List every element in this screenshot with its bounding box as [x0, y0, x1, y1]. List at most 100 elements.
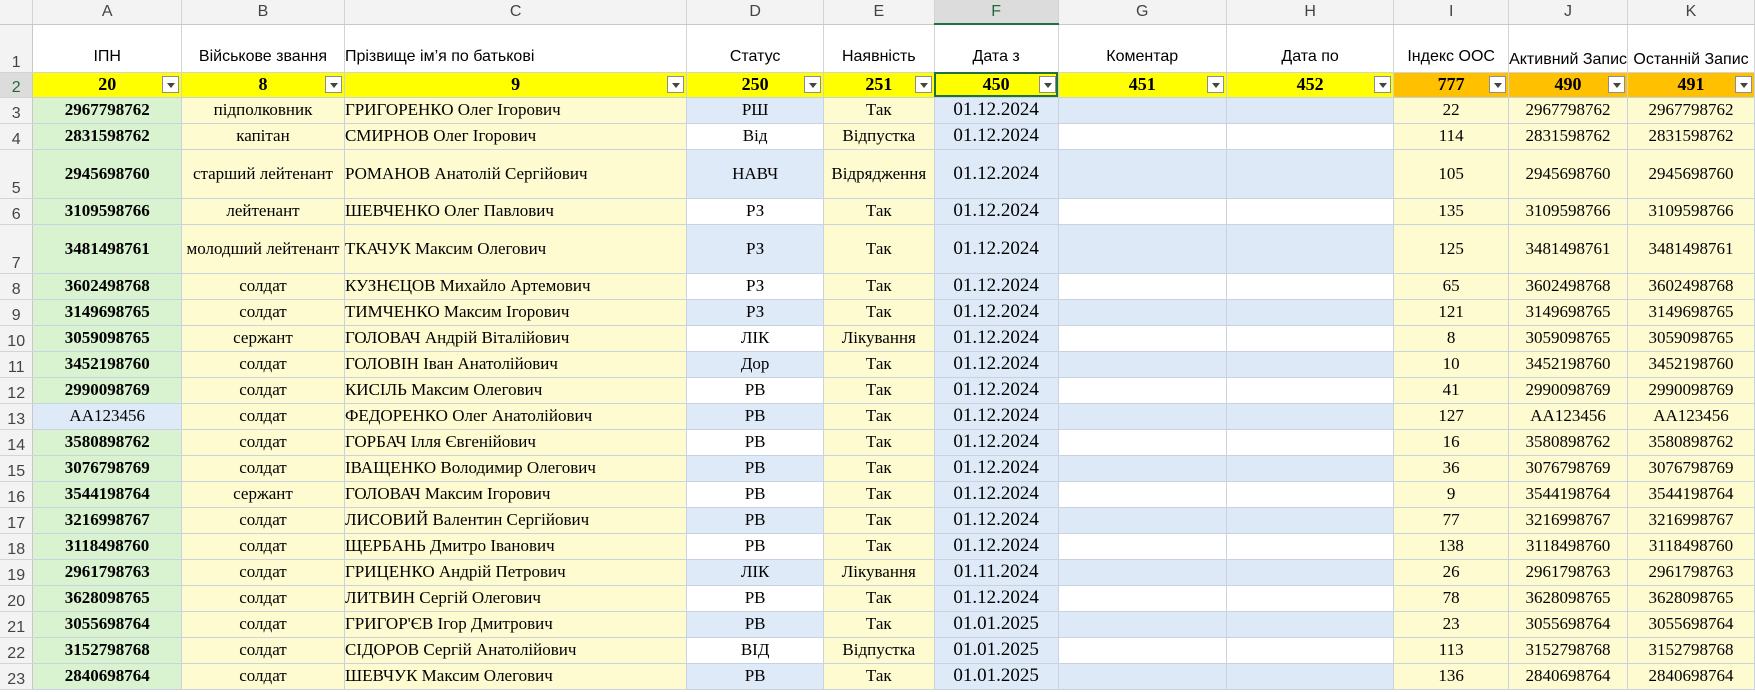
- row-header[interactable]: 11: [0, 351, 34, 378]
- cell-ipn[interactable]: 3544198764: [32, 481, 183, 508]
- cell-date-to[interactable]: [1226, 663, 1395, 690]
- cell-active-record[interactable]: 2945698760: [1508, 149, 1629, 199]
- cell-availability[interactable]: Так: [823, 299, 935, 326]
- cell-index[interactable]: 135: [1393, 198, 1510, 225]
- cell-date-from[interactable]: 01.12.2024: [934, 325, 1059, 352]
- cell-rank[interactable]: капітан: [181, 123, 345, 150]
- cell-ipn[interactable]: 2967798762: [32, 97, 183, 124]
- cell-ipn[interactable]: 3452198760: [32, 351, 183, 378]
- cell-date-from[interactable]: 01.12.2024: [934, 149, 1059, 199]
- cell-date-from[interactable]: 01.01.2025: [934, 611, 1059, 638]
- code-cell[interactable]: 250: [686, 72, 824, 98]
- row-header[interactable]: 15: [0, 455, 34, 482]
- row-header[interactable]: 18: [0, 533, 34, 560]
- cell-active-record[interactable]: 3076798769: [1508, 455, 1629, 482]
- cell-rank[interactable]: сержант: [181, 481, 345, 508]
- cell-comment[interactable]: [1058, 123, 1227, 150]
- cell-rank[interactable]: солдат: [181, 507, 345, 534]
- cell-comment[interactable]: [1058, 97, 1227, 124]
- header-cell-name[interactable]: Прізвище ім’я по батькові: [344, 24, 688, 73]
- cell-ipn[interactable]: 3602498768: [32, 273, 183, 300]
- header-cell-last-record[interactable]: Останній Запис: [1627, 24, 1755, 73]
- row-header[interactable]: 14: [0, 429, 34, 456]
- column-header-f[interactable]: F: [934, 0, 1059, 25]
- cell-availability[interactable]: Так: [823, 351, 935, 378]
- cell-availability[interactable]: Так: [823, 585, 935, 612]
- cell-ipn[interactable]: 2990098769: [32, 377, 183, 404]
- column-header-h[interactable]: H: [1226, 0, 1395, 25]
- cell-status[interactable]: РЗ: [686, 299, 824, 326]
- cell-availability[interactable]: Так: [823, 273, 935, 300]
- cell-comment[interactable]: [1058, 149, 1227, 199]
- cell-status[interactable]: РЗ: [686, 224, 824, 274]
- cell-date-from[interactable]: 01.12.2024: [934, 403, 1059, 430]
- code-cell[interactable]: 9: [344, 72, 688, 98]
- cell-last-record[interactable]: 2967798762: [1627, 97, 1755, 124]
- cell-date-from[interactable]: 01.12.2024: [934, 97, 1059, 124]
- cell-comment[interactable]: [1058, 481, 1227, 508]
- cell-ipn[interactable]: 3076798769: [32, 455, 183, 482]
- code-cell[interactable]: 451: [1058, 72, 1227, 98]
- cell-availability[interactable]: Відпустка: [823, 637, 935, 664]
- cell-date-from[interactable]: 01.12.2024: [934, 481, 1059, 508]
- cell-availability[interactable]: Лікування: [823, 325, 935, 352]
- cell-index[interactable]: 10: [1393, 351, 1510, 378]
- cell-comment[interactable]: [1058, 224, 1227, 274]
- row-header[interactable]: 5: [0, 149, 34, 199]
- cell-date-from[interactable]: 01.12.2024: [934, 198, 1059, 225]
- cell-full-name[interactable]: ЩЕРБАНЬ Дмитро Іванович: [344, 533, 688, 560]
- cell-index[interactable]: 16: [1393, 429, 1510, 456]
- cell-last-record[interactable]: 3055698764: [1627, 611, 1755, 638]
- cell-last-record[interactable]: 3152798768: [1627, 637, 1755, 664]
- cell-ipn[interactable]: 3109598766: [32, 198, 183, 225]
- cell-index[interactable]: 8: [1393, 325, 1510, 352]
- cell-availability[interactable]: Відпустка: [823, 123, 935, 150]
- cell-ipn[interactable]: 3580898762: [32, 429, 183, 456]
- cell-full-name[interactable]: РОМАНОВ Анатолій Сергійович: [344, 149, 688, 199]
- code-cell[interactable]: 8: [181, 72, 345, 98]
- cell-rank[interactable]: солдат: [181, 299, 345, 326]
- cell-rank[interactable]: солдат: [181, 403, 345, 430]
- row-header[interactable]: 8: [0, 273, 34, 300]
- cell-date-from[interactable]: 01.12.2024: [934, 585, 1059, 612]
- cell-status[interactable]: ЛІК: [686, 325, 824, 352]
- cell-date-to[interactable]: [1226, 299, 1395, 326]
- cell-comment[interactable]: [1058, 351, 1227, 378]
- cell-status[interactable]: РВ: [686, 377, 824, 404]
- cell-full-name[interactable]: ГОЛОВІН Іван Анатолійович: [344, 351, 688, 378]
- cell-comment[interactable]: [1058, 429, 1227, 456]
- cell-rank[interactable]: солдат: [181, 429, 345, 456]
- cell-date-to[interactable]: [1226, 97, 1395, 124]
- header-cell-index[interactable]: Індекс ООС: [1393, 24, 1510, 73]
- cell-date-from[interactable]: 01.01.2025: [934, 663, 1059, 690]
- column-header-g[interactable]: G: [1058, 0, 1227, 25]
- cell-active-record[interactable]: 2840698764: [1508, 663, 1629, 690]
- cell-date-to[interactable]: [1226, 377, 1395, 404]
- cell-full-name[interactable]: КУЗНЄЦОВ Михайло Артемович: [344, 273, 688, 300]
- cell-status[interactable]: РВ: [686, 533, 824, 560]
- cell-active-record[interactable]: 3481498761: [1508, 224, 1629, 274]
- filter-dropdown-icon[interactable]: [1608, 75, 1626, 93]
- filter-dropdown-icon[interactable]: [1735, 75, 1752, 93]
- cell-date-from[interactable]: 01.12.2024: [934, 273, 1059, 300]
- row-header[interactable]: 21: [0, 611, 34, 638]
- cell-rank[interactable]: солдат: [181, 455, 345, 482]
- cell-active-record[interactable]: 3118498760: [1508, 533, 1629, 560]
- cell-last-record[interactable]: 3544198764: [1627, 481, 1755, 508]
- row-header[interactable]: 16: [0, 481, 34, 508]
- cell-ipn[interactable]: 2945698760: [32, 149, 183, 199]
- cell-last-record[interactable]: 3628098765: [1627, 585, 1755, 612]
- code-cell[interactable]: 251: [823, 72, 935, 98]
- row-header[interactable]: 9: [0, 299, 34, 326]
- code-cell[interactable]: 777: [1393, 72, 1510, 98]
- cell-index[interactable]: 127: [1393, 403, 1510, 430]
- cell-date-to[interactable]: [1226, 455, 1395, 482]
- cell-last-record[interactable]: 3481498761: [1627, 224, 1755, 274]
- header-cell-date-from[interactable]: Дата з: [934, 24, 1059, 73]
- cell-date-from[interactable]: 01.12.2024: [934, 507, 1059, 534]
- cell-comment[interactable]: [1058, 507, 1227, 534]
- filter-dropdown-icon[interactable]: [162, 75, 180, 93]
- cell-status[interactable]: РВ: [686, 663, 824, 690]
- cell-ipn[interactable]: 2831598762: [32, 123, 183, 150]
- cell-last-record[interactable]: 2831598762: [1627, 123, 1755, 150]
